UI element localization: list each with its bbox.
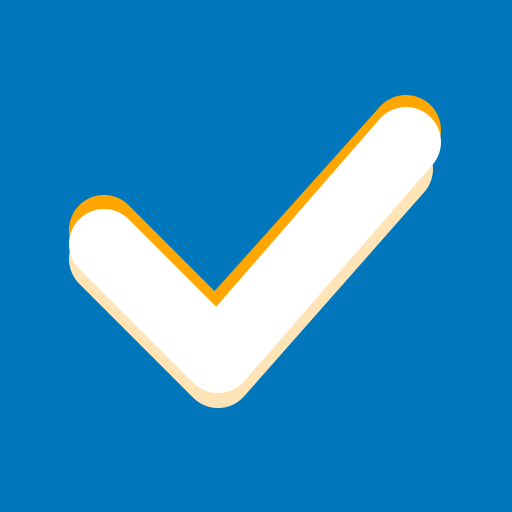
checkmark-app-icon [0, 0, 512, 512]
checkmark-icon [0, 0, 512, 512]
